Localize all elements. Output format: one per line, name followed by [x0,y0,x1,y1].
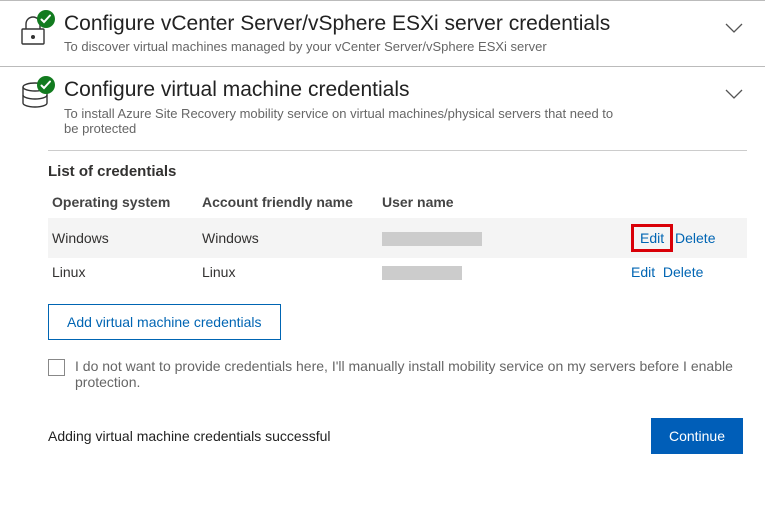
delete-link[interactable]: Delete [663,264,703,280]
redacted-value [382,266,462,280]
table-row: Linux Linux Edit Delete [48,258,747,286]
expand-toggle-vm[interactable] [721,89,747,101]
cell-user [378,258,627,286]
chevron-down-icon [725,89,743,101]
section-head-vcenter: Configure vCenter Server/vSphere ESXi se… [18,11,747,54]
highlight-box: Edit [631,224,673,252]
redacted-value [382,232,482,246]
section-head-vm: Configure virtual machine credentials To… [18,77,747,135]
table-row: Windows Windows Edit Delete [48,218,747,258]
col-user: User name [378,186,627,218]
skip-credentials-checkbox[interactable] [48,359,65,376]
col-friendly: Account friendly name [198,186,378,218]
footer-row: Adding virtual machine credentials succe… [48,418,747,454]
delete-link[interactable]: Delete [675,230,715,246]
lock-icon [18,13,52,47]
cell-os: Windows [48,218,198,258]
col-os: Operating system [48,186,198,218]
cell-os: Linux [48,258,198,286]
cell-friendly: Linux [198,258,378,286]
add-credentials-button[interactable]: Add virtual machine credentials [48,304,281,340]
credentials-table: Operating system Account friendly name U… [48,186,747,286]
credentials-body: List of credentials Operating system Acc… [48,150,747,454]
list-title: List of credentials [48,163,747,180]
section-vcenter: Configure vCenter Server/vSphere ESXi se… [0,0,765,66]
cell-user [378,218,627,258]
status-message: Adding virtual machine credentials succe… [48,428,330,444]
edit-link[interactable]: Edit [640,230,664,246]
skip-credentials-row: I do not want to provide credentials her… [48,358,747,390]
section-title: Configure vCenter Server/vSphere ESXi se… [64,11,709,37]
section-desc: To install Azure Site Recovery mobility … [64,106,624,136]
cell-friendly: Windows [198,218,378,258]
section-vm: Configure virtual machine credentials To… [0,66,765,478]
continue-button[interactable]: Continue [651,418,743,454]
section-desc: To discover virtual machines managed by … [64,39,624,54]
skip-credentials-label: I do not want to provide credentials her… [75,358,747,390]
database-icon [18,79,52,113]
expand-toggle-vcenter[interactable] [721,23,747,35]
chevron-down-icon [725,23,743,35]
section-title: Configure virtual machine credentials [64,77,709,103]
edit-link[interactable]: Edit [631,264,655,280]
